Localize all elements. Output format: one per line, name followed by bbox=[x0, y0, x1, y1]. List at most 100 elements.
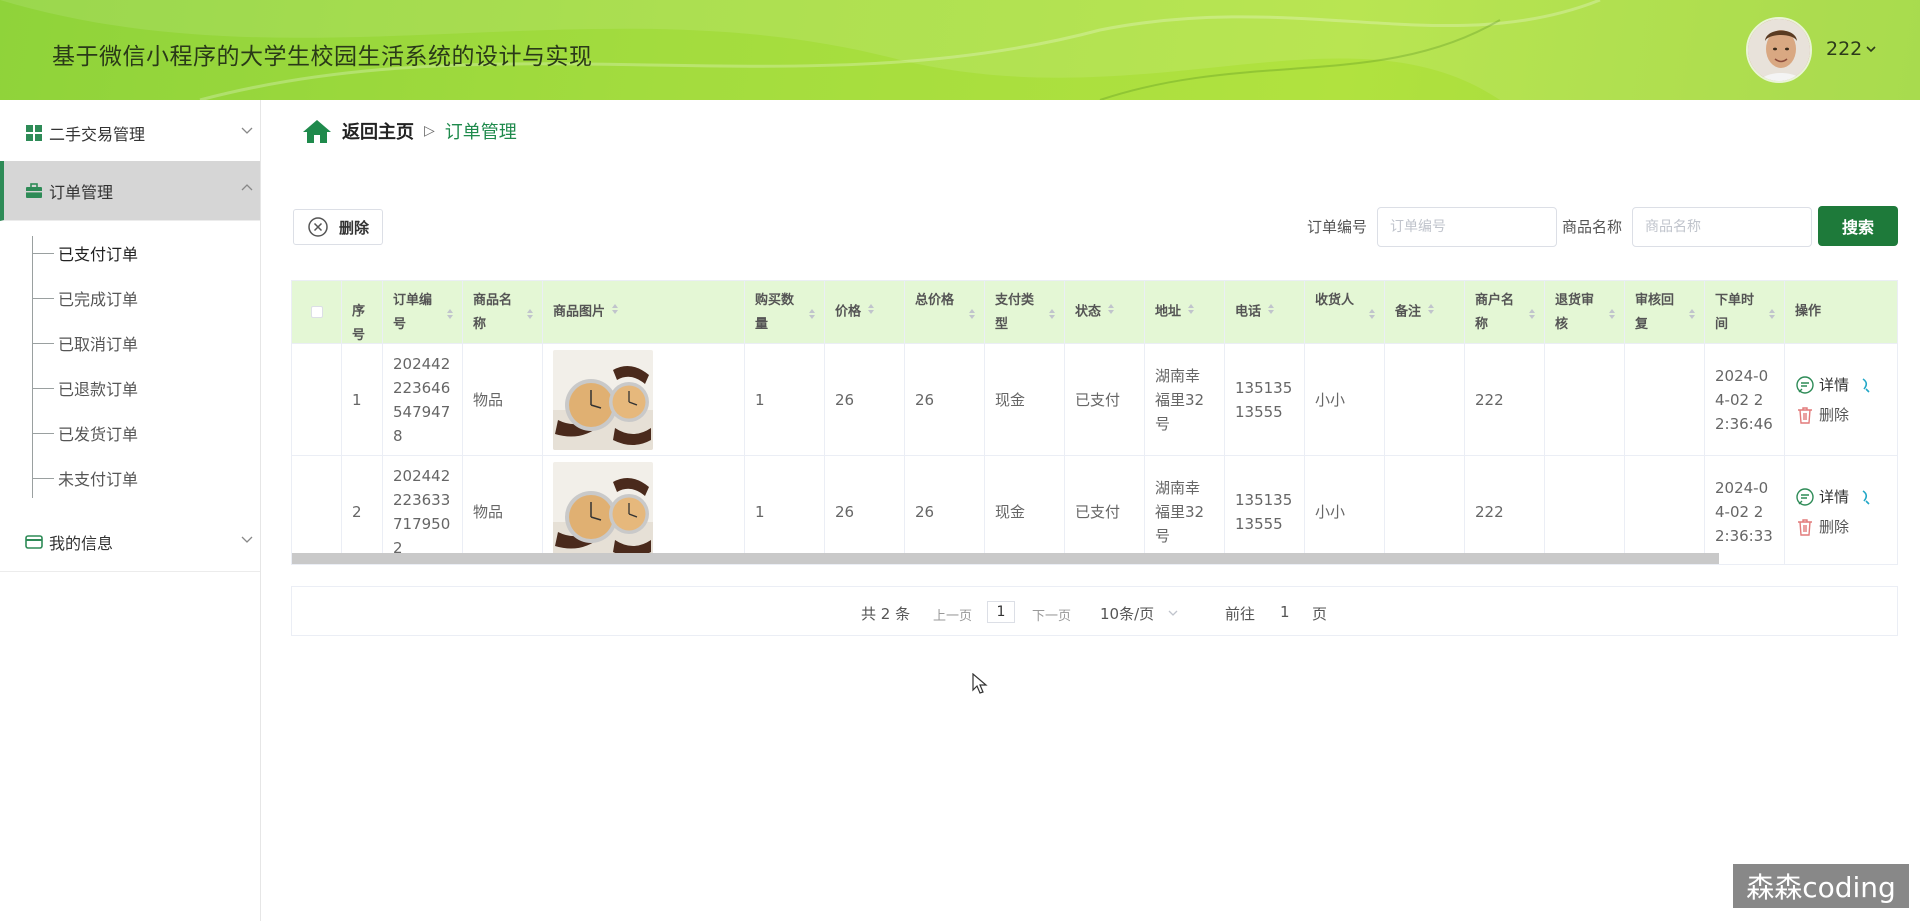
page-size-select[interactable]: 10条/页 bbox=[1100, 603, 1154, 624]
avatar[interactable] bbox=[1746, 17, 1812, 83]
order-no-input[interactable] bbox=[1377, 207, 1557, 247]
th-address[interactable]: 地址 bbox=[1145, 281, 1225, 343]
pagination-goto-input[interactable]: 1 bbox=[1280, 603, 1290, 621]
cell-address: 湖南幸福里32号 bbox=[1145, 456, 1225, 564]
close-circle-icon bbox=[307, 216, 329, 238]
cell-review-reply bbox=[1625, 456, 1705, 564]
edit-icon[interactable] bbox=[1861, 375, 1871, 395]
th-phone[interactable]: 电话 bbox=[1225, 281, 1305, 343]
cell-pay-type: 现金 bbox=[985, 456, 1065, 564]
sidebar-group-secondhand[interactable]: 二手交易管理 bbox=[0, 103, 260, 163]
chevron-down-icon[interactable] bbox=[1168, 609, 1178, 617]
watermark: 森森coding bbox=[1733, 864, 1909, 908]
pagination: 共 2 条 上一页 1 下一页 10条/页 前往 1 页 bbox=[291, 586, 1898, 636]
chevron-up-icon bbox=[241, 184, 253, 191]
submenu-tree-line bbox=[32, 236, 33, 498]
orders-table: 序号 订单编号 商品名称 商品图片 购买数量 价格 总价格 支付类型 状态 地址… bbox=[291, 280, 1898, 565]
cell-price: 26 bbox=[825, 456, 905, 564]
user-name[interactable]: 222 bbox=[1826, 38, 1862, 60]
sidebar-item-unpaid[interactable]: 未支付订单 bbox=[32, 464, 138, 492]
cell-status: 已支付 bbox=[1065, 344, 1145, 456]
briefcase-icon bbox=[25, 182, 43, 200]
th-order-time[interactable]: 下单时间 bbox=[1705, 281, 1785, 343]
sidebar-group-orders[interactable]: 订单管理 bbox=[0, 161, 260, 221]
cell-remark bbox=[1385, 456, 1465, 564]
th-label: 状态 bbox=[1075, 304, 1102, 320]
app-title: 基于微信小程序的大学生校园生活系统的设计与实现 bbox=[52, 44, 593, 70]
cell-order-time: 2024-04-02 22:36:46 bbox=[1705, 344, 1785, 456]
breadcrumb-home-link[interactable]: 返回主页 bbox=[342, 118, 414, 144]
cell-order-no: 2024422236337179502 bbox=[383, 456, 463, 564]
row-checkbox-cell[interactable] bbox=[292, 344, 342, 456]
batch-delete-button[interactable]: 删除 bbox=[293, 209, 383, 245]
home-icon[interactable] bbox=[302, 118, 332, 144]
sidebar-item-refunded[interactable]: 已退款订单 bbox=[32, 374, 138, 402]
cell-receiver: 小小 bbox=[1305, 456, 1385, 564]
th-remark[interactable]: 备注 bbox=[1385, 281, 1465, 343]
sort-icon[interactable] bbox=[1608, 305, 1616, 329]
sort-icon[interactable] bbox=[808, 305, 816, 329]
delete-label: 删除 bbox=[1819, 406, 1850, 424]
detail-button[interactable]: 详情 bbox=[1795, 373, 1871, 397]
th-quantity[interactable]: 购买数量 bbox=[745, 281, 825, 343]
sidebar-item-completed[interactable]: 已完成订单 bbox=[32, 284, 138, 312]
th-refund-review[interactable]: 退货审核 bbox=[1545, 281, 1625, 343]
sidebar-group-myinfo[interactable]: 我的信息 bbox=[0, 512, 260, 572]
row-checkbox-cell[interactable] bbox=[292, 456, 342, 564]
sort-icon[interactable] bbox=[968, 305, 976, 329]
sort-icon[interactable] bbox=[1048, 305, 1056, 329]
sidebar-item-cancelled[interactable]: 已取消订单 bbox=[32, 329, 138, 357]
th-status[interactable]: 状态 bbox=[1065, 281, 1145, 343]
sidebar-item-label: 已取消订单 bbox=[58, 335, 139, 354]
cell-goods-image bbox=[543, 344, 745, 456]
delete-button[interactable]: 删除 bbox=[1795, 403, 1849, 427]
sort-icon[interactable] bbox=[1368, 305, 1376, 329]
sort-icon[interactable] bbox=[446, 305, 454, 329]
sort-icon[interactable] bbox=[1768, 305, 1776, 329]
goods-name-input[interactable] bbox=[1632, 207, 1812, 247]
th-order-no[interactable]: 订单编号 bbox=[383, 281, 463, 343]
sort-icon[interactable] bbox=[1528, 305, 1536, 329]
edit-icon[interactable] bbox=[1861, 487, 1871, 507]
select-all-checkbox-cell[interactable] bbox=[292, 281, 342, 343]
breadcrumb-current: 订单管理 bbox=[444, 122, 517, 143]
sort-icon[interactable] bbox=[1688, 305, 1696, 329]
horizontal-scrollbar[interactable] bbox=[292, 553, 1719, 564]
th-price[interactable]: 价格 bbox=[825, 281, 905, 343]
search-button[interactable]: 搜索 bbox=[1818, 206, 1898, 246]
select-all-checkbox[interactable] bbox=[310, 306, 323, 318]
sort-icon[interactable] bbox=[611, 300, 619, 324]
sidebar-item-label: 已发货订单 bbox=[58, 425, 139, 444]
sidebar-item-shipped[interactable]: 已发货订单 bbox=[32, 419, 138, 447]
delete-button[interactable]: 删除 bbox=[1795, 515, 1849, 539]
th-goods-image[interactable]: 商品图片 bbox=[543, 281, 745, 343]
detail-button[interactable]: 详情 bbox=[1795, 485, 1871, 509]
sort-icon[interactable] bbox=[867, 300, 875, 324]
cell-merchant: 222 bbox=[1465, 456, 1545, 564]
chevron-down-icon[interactable] bbox=[1866, 45, 1876, 53]
th-receiver[interactable]: 收货人 bbox=[1305, 281, 1385, 343]
th-label: 电话 bbox=[1235, 304, 1262, 320]
cell-index: 1 bbox=[342, 344, 383, 456]
th-index: 序号 bbox=[342, 281, 383, 343]
th-merchant[interactable]: 商户名称 bbox=[1465, 281, 1545, 343]
sidebar-item-paid[interactable]: 已支付订单 bbox=[32, 239, 138, 267]
pagination-current-page[interactable]: 1 bbox=[987, 601, 1015, 623]
th-review-reply[interactable]: 审核回复 bbox=[1625, 281, 1705, 343]
cell-pay-type: 现金 bbox=[985, 344, 1065, 456]
sort-icon[interactable] bbox=[526, 305, 534, 329]
th-total[interactable]: 总价格 bbox=[905, 281, 985, 343]
cell-address: 湖南幸福里32号 bbox=[1145, 344, 1225, 456]
pagination-next-button[interactable]: 下一页 bbox=[1032, 605, 1071, 624]
delete-label: 删除 bbox=[1819, 518, 1850, 536]
cell-phone: 13513513555 bbox=[1225, 456, 1305, 564]
goods-name-label: 商品名称 bbox=[1562, 218, 1623, 236]
sort-icon[interactable] bbox=[1427, 300, 1435, 324]
chevron-down-icon bbox=[241, 127, 253, 134]
th-goods-name[interactable]: 商品名称 bbox=[463, 281, 543, 343]
sort-icon[interactable] bbox=[1187, 300, 1195, 324]
pagination-prev-button[interactable]: 上一页 bbox=[933, 605, 972, 624]
sort-icon[interactable] bbox=[1267, 300, 1275, 324]
th-pay-type[interactable]: 支付类型 bbox=[985, 281, 1065, 343]
sort-icon[interactable] bbox=[1107, 300, 1115, 324]
